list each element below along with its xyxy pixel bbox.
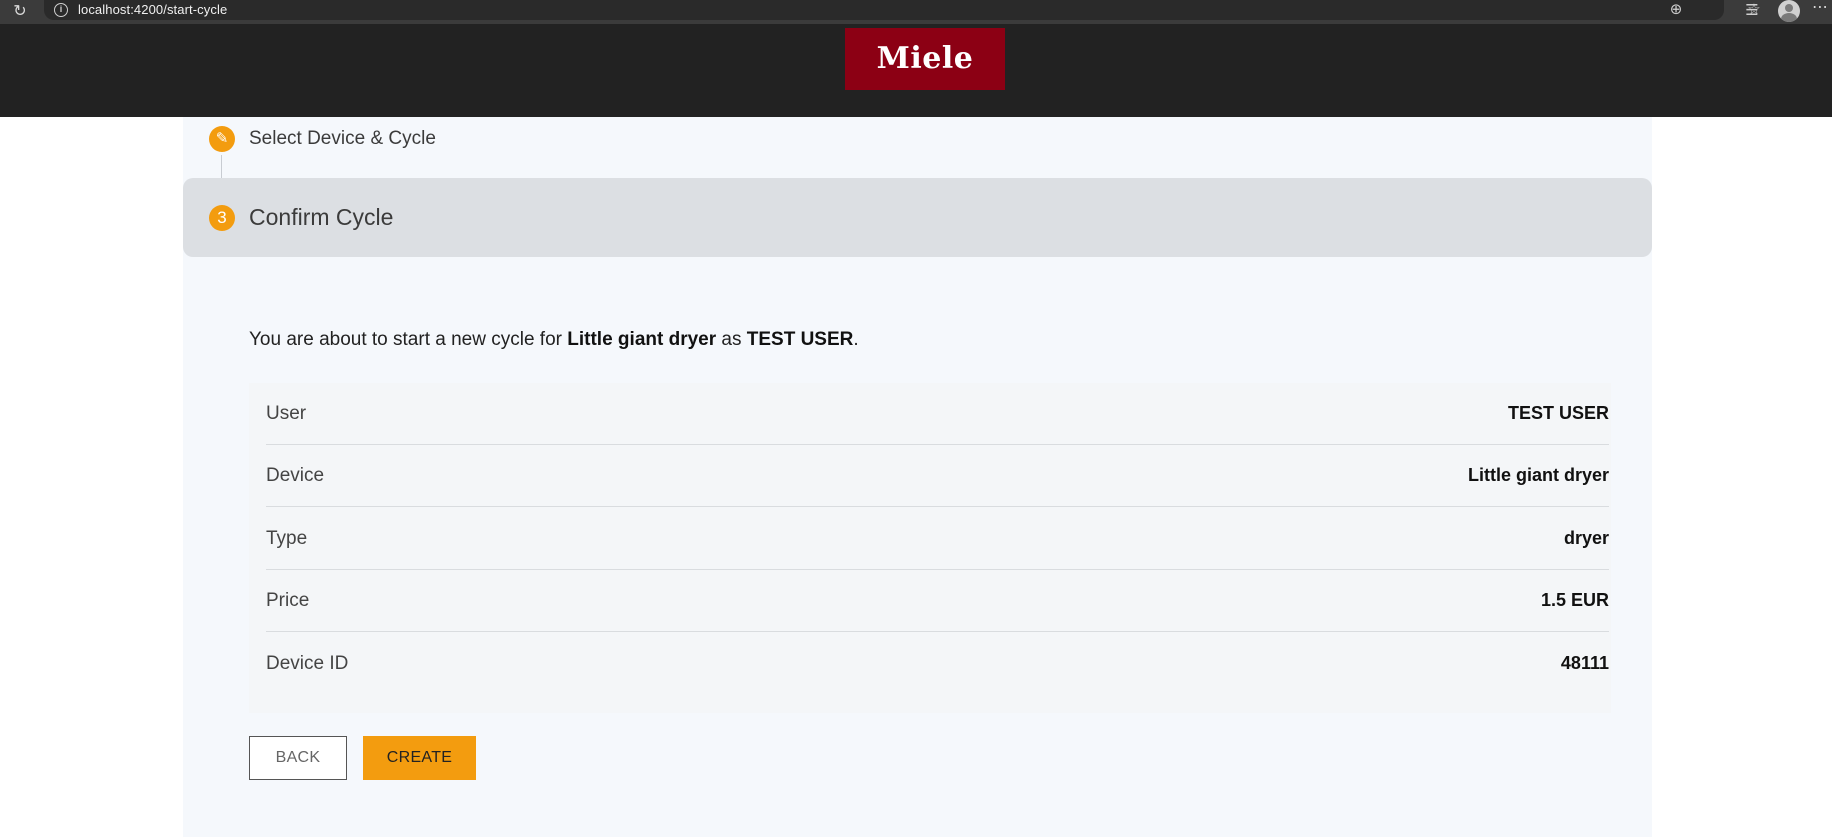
miele-logo[interactable]: Miele — [845, 28, 1005, 90]
zoom-icon[interactable]: ⊕ — [1666, 1, 1686, 19]
url-text[interactable]: localhost:4200/start-cycle — [78, 2, 227, 17]
step-select-device[interactable]: ✎ Select Device & Cycle — [209, 125, 436, 153]
back-button[interactable]: BACK — [249, 736, 347, 780]
avatar-body — [1781, 13, 1797, 22]
detail-row-user: User TEST USER — [266, 383, 1609, 445]
start-cycle-panel: ✎ Select Device & Cycle 3 Confirm Cycle … — [183, 117, 1652, 837]
intro-device: Little giant dryer — [567, 329, 717, 350]
detail-value: Little giant dryer — [1467, 465, 1609, 485]
detail-label: Type — [266, 528, 308, 549]
step-number-badge: 3 — [209, 204, 235, 231]
detail-row-device-id: Device ID 48111 — [266, 633, 1609, 695]
app-header: Miele — [0, 24, 1832, 117]
step-label: Confirm Cycle — [249, 204, 394, 230]
avatar-head — [1785, 4, 1793, 12]
confirmation-message: You are about to start a new cycle for L… — [249, 329, 859, 350]
detail-row-price: Price 1.5 EUR — [266, 570, 1609, 632]
address-bar[interactable]: i localhost:4200/start-cycle ⊕ ☆ — [44, 0, 1761, 20]
detail-label: Price — [266, 590, 310, 611]
browser-toolbar: ↻ i localhost:4200/start-cycle ⊕ ☆ ☰ ⋯ — [0, 0, 1832, 24]
cycle-details: User TEST USER Device Little giant dryer… — [249, 383, 1611, 713]
step-confirm-cycle: 3 Confirm Cycle — [183, 178, 1652, 257]
detail-value: dryer — [1563, 528, 1609, 548]
favorites-icon[interactable]: ☰ — [1742, 2, 1762, 20]
reload-icon[interactable]: ↻ — [9, 1, 31, 23]
detail-label: Device ID — [266, 653, 349, 674]
detail-row-device: Device Little giant dryer — [266, 445, 1609, 507]
info-icon[interactable]: i — [54, 3, 68, 17]
more-icon[interactable]: ⋯ — [1808, 0, 1832, 20]
intro-user: TEST USER — [746, 329, 854, 350]
avatar[interactable] — [1778, 0, 1800, 22]
create-button[interactable]: CREATE — [363, 736, 476, 780]
pencil-icon: ✎ — [209, 126, 235, 152]
detail-row-type: Type dryer — [266, 508, 1609, 570]
detail-value: 48111 — [1560, 653, 1609, 673]
detail-value: 1.5 EUR — [1540, 590, 1609, 610]
step-label: Select Device & Cycle — [249, 128, 436, 149]
detail-label: Device — [266, 465, 325, 486]
detail-value: TEST USER — [1507, 403, 1609, 423]
detail-label: User — [266, 403, 307, 424]
